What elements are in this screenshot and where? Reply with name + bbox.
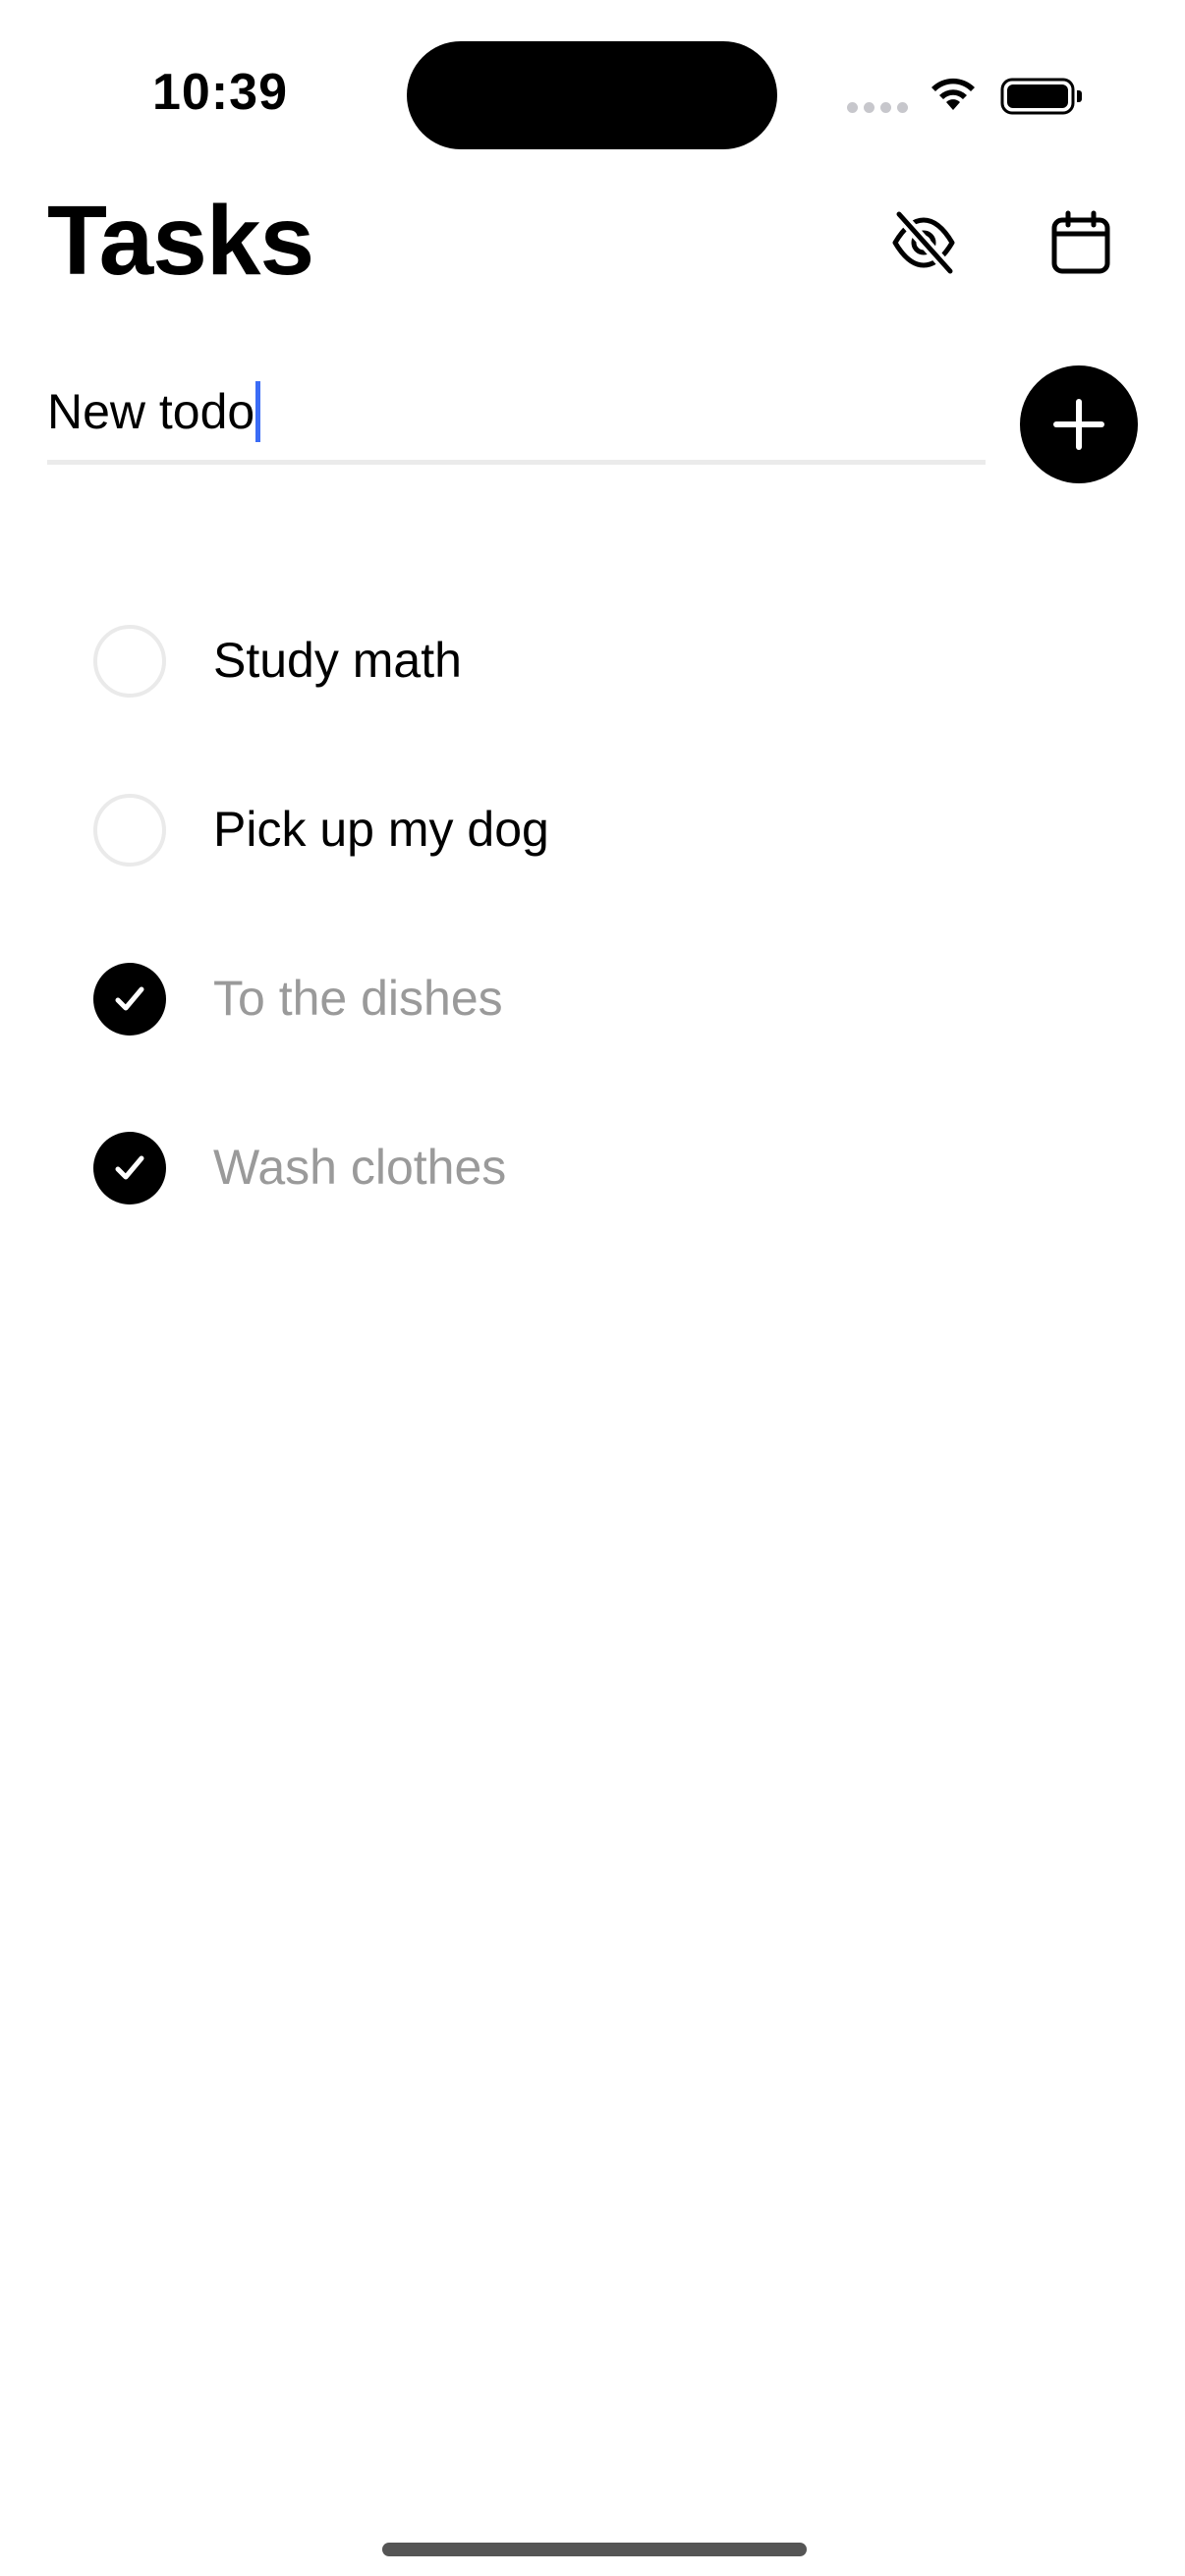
task-checkbox-checked[interactable] xyxy=(93,963,166,1036)
text-caret xyxy=(255,381,261,442)
new-todo-row: New todo xyxy=(0,354,1185,491)
task-item[interactable]: Pick up my dog xyxy=(0,749,1185,918)
battery-icon xyxy=(1000,78,1082,115)
status-time: 10:39 xyxy=(152,64,288,121)
wifi-icon xyxy=(931,78,975,110)
checkmark-icon xyxy=(115,986,144,1011)
task-label: Pick up my dog xyxy=(213,802,549,857)
task-label: Study math xyxy=(213,633,462,688)
task-checkbox[interactable] xyxy=(93,625,166,698)
status-bar: 10:39 xyxy=(0,0,1185,187)
calendar-icon xyxy=(1051,210,1110,274)
home-indicator[interactable] xyxy=(382,2543,807,2556)
task-item[interactable]: Wash clothes xyxy=(0,1087,1185,1256)
task-item[interactable]: Study math xyxy=(0,580,1185,749)
task-item[interactable]: To the dishes xyxy=(0,918,1185,1087)
task-label: Wash clothes xyxy=(213,1140,507,1195)
calendar-button[interactable] xyxy=(1037,198,1125,287)
hide-completed-button[interactable] xyxy=(879,198,968,287)
task-checkbox-checked[interactable] xyxy=(93,1132,166,1204)
dynamic-island xyxy=(407,41,777,149)
plus-icon xyxy=(1053,399,1104,450)
page-title: Tasks xyxy=(47,186,314,296)
cellular-signal-icon xyxy=(847,102,908,113)
checkmark-icon xyxy=(115,1155,144,1180)
add-todo-button[interactable] xyxy=(1020,365,1138,483)
eye-slash-icon xyxy=(892,208,956,277)
header: Tasks xyxy=(0,187,1185,314)
new-todo-field-wrapper: New todo xyxy=(47,381,986,465)
new-todo-input[interactable]: New todo xyxy=(47,381,254,442)
task-checkbox[interactable] xyxy=(93,794,166,867)
task-label: To the dishes xyxy=(213,971,503,1026)
task-list: Study math Pick up my dog To the dishes … xyxy=(0,580,1185,1256)
